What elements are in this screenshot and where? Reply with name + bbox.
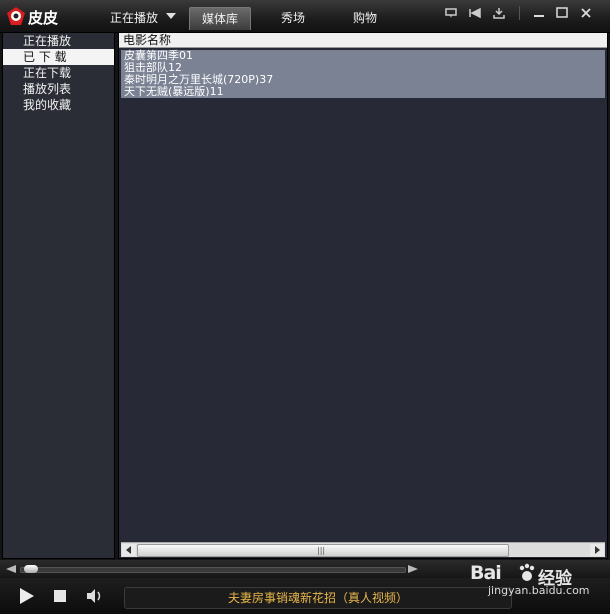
sidebar-item-playlist[interactable]: 播放列表 — [3, 81, 114, 97]
column-header-movie-name[interactable]: 电影名称 — [119, 33, 607, 48]
app-logo-icon — [6, 6, 26, 26]
play-button[interactable] — [16, 586, 36, 606]
seek-slider[interactable] — [20, 567, 406, 573]
watermark-domain: jingyan.baidu.com — [488, 584, 590, 597]
list-item[interactable]: 天下无贼(暴远版)11 — [121, 86, 605, 98]
download-icon[interactable] — [492, 6, 508, 20]
app-title: 皮皮 — [28, 9, 59, 27]
tab-show[interactable]: 秀场 — [280, 9, 306, 29]
list-rows: 皮囊第四季01 狙击部队12 秦时明月之万里长城(720P)37 天下无贼(暴远… — [121, 50, 605, 98]
maximize-icon[interactable] — [555, 6, 571, 20]
fast-forward-icon[interactable] — [408, 565, 418, 573]
sidebar-item-downloaded[interactable]: 已 下 载 — [3, 49, 114, 65]
seek-handle[interactable] — [23, 565, 38, 573]
grip-icon: ||| — [317, 546, 326, 555]
stop-button[interactable] — [54, 590, 66, 602]
message-icon[interactable] — [444, 6, 460, 20]
sidebar: 正在播放 已 下 载 正在下载 播放列表 我的收藏 — [2, 32, 115, 559]
media-list: 电影名称 皮囊第四季01 狙击部队12 秦时明月之万里长城(720P)37 天下… — [118, 32, 608, 559]
ad-ticker[interactable]: 夫妻房事销魂新花招（真人视频） — [124, 587, 512, 609]
chevron-down-icon[interactable] — [166, 13, 176, 19]
tab-media-library[interactable]: 媒体库 — [189, 7, 251, 30]
title-bar: 皮皮 正在播放 媒体库 秀场 购物 — [0, 0, 610, 33]
tab-shopping[interactable]: 购物 — [352, 9, 378, 29]
pin-icon[interactable] — [468, 6, 484, 20]
horizontal-scrollbar[interactable]: ||| — [121, 542, 605, 557]
minimize-icon[interactable] — [532, 6, 548, 20]
scroll-left-arrow-icon[interactable] — [122, 544, 136, 556]
scrollbar-thumb[interactable]: ||| — [137, 544, 509, 557]
sidebar-item-favorites[interactable]: 我的收藏 — [3, 97, 114, 113]
sidebar-item-now-playing[interactable]: 正在播放 — [3, 33, 114, 49]
watermark-brand: Bai — [470, 562, 502, 584]
close-icon[interactable] — [579, 6, 595, 20]
divider — [519, 6, 520, 20]
rewind-icon[interactable] — [6, 565, 16, 573]
watermark: Bai 经验 jingyan.baidu.com — [468, 562, 608, 597]
paw-icon — [518, 563, 536, 586]
list-item[interactable]: 皮囊第四季01 — [121, 50, 605, 62]
sidebar-item-downloading[interactable]: 正在下载 — [3, 65, 114, 81]
volume-icon[interactable] — [86, 588, 104, 604]
tab-now-playing[interactable]: 正在播放 — [110, 9, 160, 29]
scroll-right-arrow-icon[interactable] — [590, 544, 604, 556]
